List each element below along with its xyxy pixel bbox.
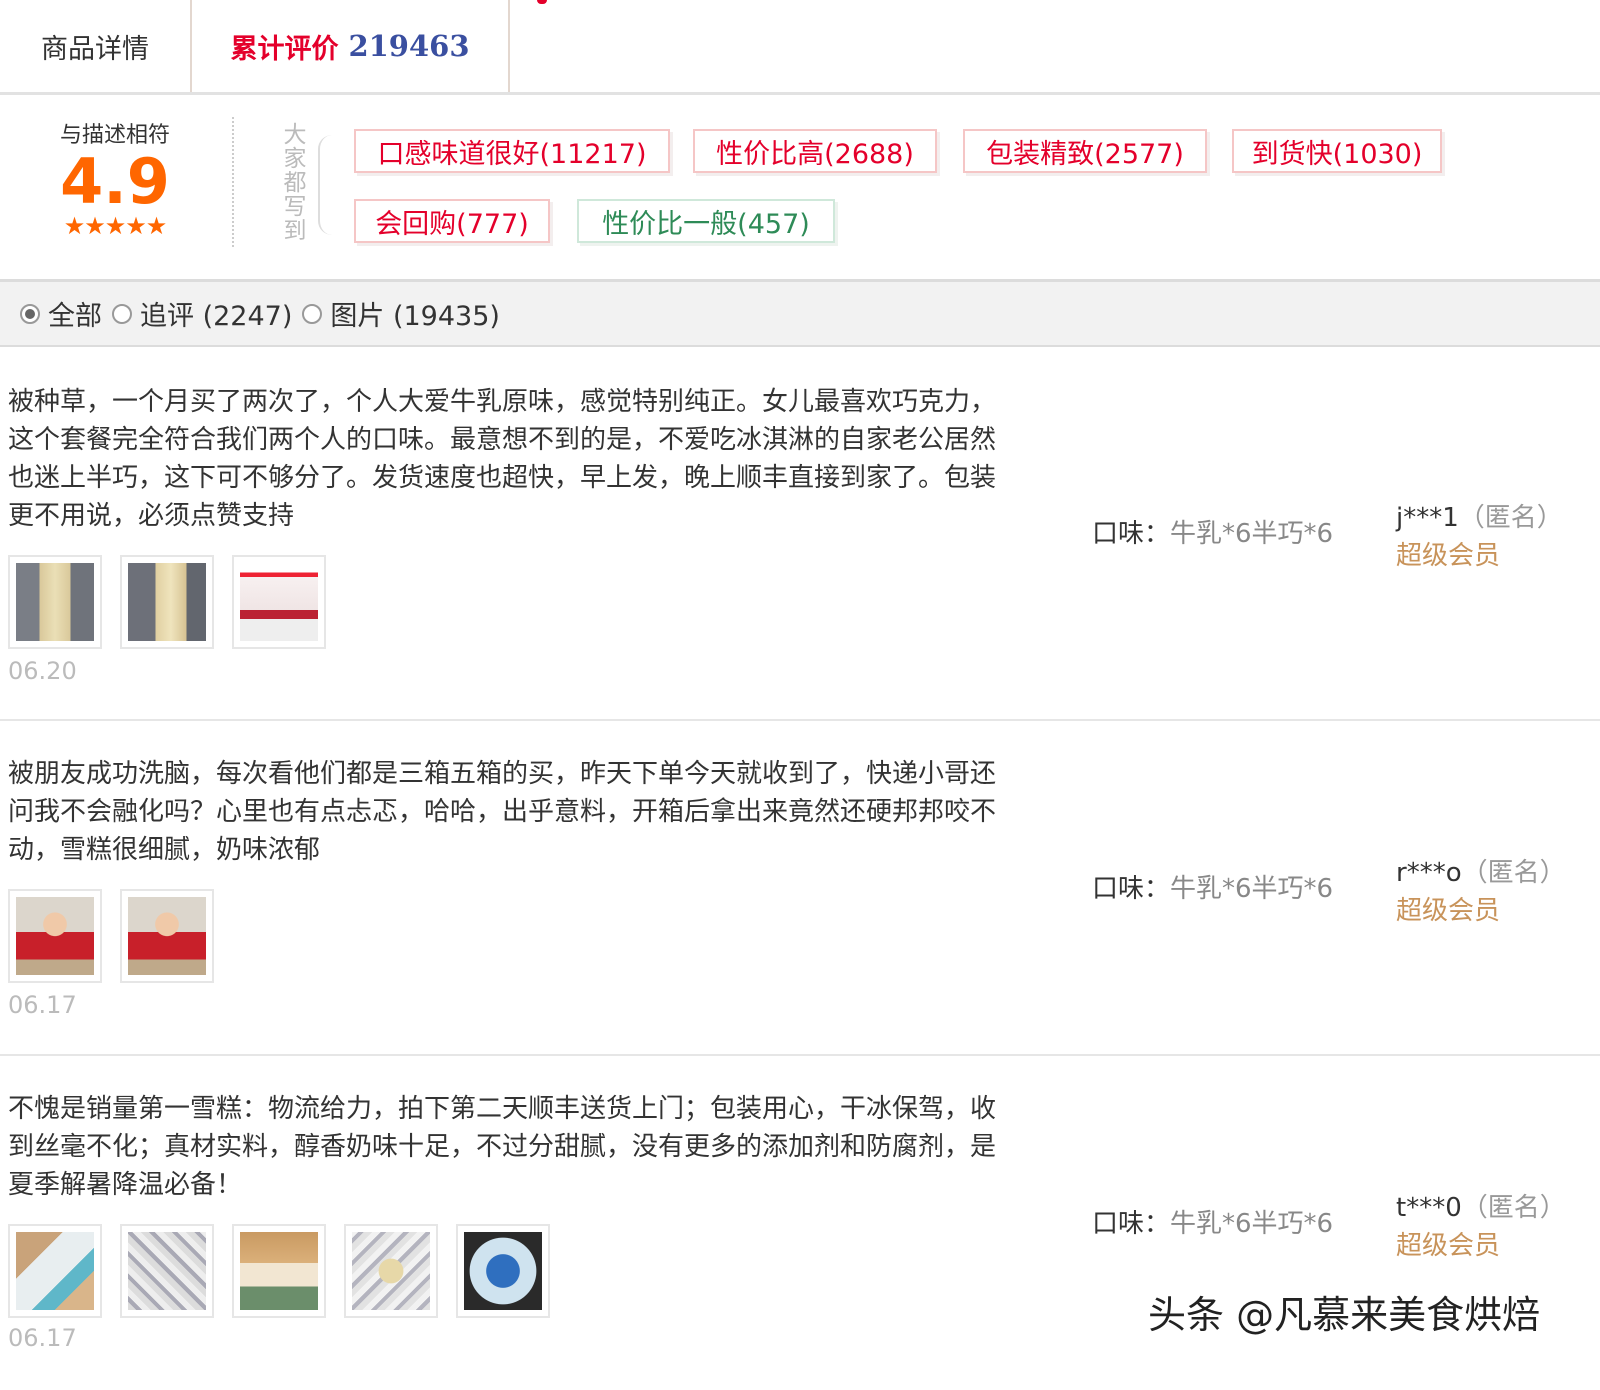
radio-selected-icon[interactable] bbox=[20, 303, 40, 324]
spec-value: 牛乳*6半巧*6 bbox=[1170, 874, 1334, 904]
review-date: 06.20 bbox=[8, 657, 77, 685]
review-photos bbox=[8, 1224, 568, 1318]
review-photo[interactable] bbox=[344, 1224, 438, 1318]
review-user: t***0（匿名） bbox=[1396, 1187, 1566, 1224]
tag-label: 性价比一般(457) bbox=[602, 208, 810, 240]
user-anon: （匿名） bbox=[1461, 858, 1566, 888]
tags-header: 大家都写到 bbox=[283, 122, 307, 244]
review-spec: 口味：牛乳*6半巧*6 bbox=[1092, 868, 1333, 905]
review-spec: 口味：牛乳*6半巧*6 bbox=[1092, 513, 1333, 550]
review-text: 被种草，一个月买了两次了，个人大爱牛乳原味，感觉特别纯正。女儿最喜欢巧克力，这个… bbox=[8, 387, 997, 531]
tag-label: 口感味道很好(11217) bbox=[377, 138, 647, 170]
user-name: t***0 bbox=[1396, 1193, 1462, 1223]
review-item: 被朋友成功洗脑，每次看他们都是三箱五箱的买，昨天下单今天就收到了，快递小哥还问我… bbox=[0, 721, 1600, 1056]
review-photo[interactable] bbox=[8, 1224, 102, 1318]
tag-label: 性价比高(2688) bbox=[716, 138, 914, 170]
tab-reviews-label: 累计评价 bbox=[230, 33, 339, 65]
score-value: 4.9 bbox=[60, 145, 170, 218]
review-photo[interactable] bbox=[120, 555, 214, 649]
radio-icon[interactable] bbox=[302, 303, 323, 324]
filter-all-label: 全部 bbox=[48, 301, 102, 332]
review-date: 06.17 bbox=[8, 1324, 77, 1352]
review-photos bbox=[8, 889, 232, 983]
review-photos bbox=[8, 555, 344, 649]
review-spec: 口味：牛乳*6半巧*6 bbox=[1092, 1203, 1333, 1240]
filter-followup-label: 追评 (2247) bbox=[140, 301, 293, 332]
review-user: r***o（匿名） bbox=[1396, 852, 1566, 889]
user-name: r***o bbox=[1396, 858, 1462, 888]
tag-value[interactable]: 性价比高(2688) bbox=[693, 129, 937, 173]
tab-bar: 商品详情 累计评价 219463 bbox=[0, 0, 1600, 95]
tag-label: 会回购(777) bbox=[375, 208, 529, 240]
spec-label: 口味： bbox=[1092, 1209, 1171, 1239]
review-photo[interactable] bbox=[8, 889, 102, 983]
review-photo[interactable] bbox=[232, 555, 326, 649]
review-text: 被朋友成功洗脑，每次看他们都是三箱五箱的买，昨天下单今天就收到了，快递小哥还问我… bbox=[8, 759, 997, 865]
tag-repurchase[interactable]: 会回购(777) bbox=[354, 199, 550, 243]
spec-label: 口味： bbox=[1092, 519, 1171, 549]
brace-icon bbox=[318, 135, 334, 235]
user-level-badge: 超级会员 bbox=[1396, 896, 1501, 926]
score-box: 与描述相符 4.9 ★★★★★ bbox=[40, 117, 190, 239]
review-text: 不愧是销量第一雪糕：物流给力，拍下第二天顺丰送货上门；包装用心，干冰保驾，收到丝… bbox=[8, 1094, 997, 1200]
tag-taste[interactable]: 口感味道很好(11217) bbox=[354, 129, 670, 173]
review-photo[interactable] bbox=[232, 1224, 326, 1318]
spec-value: 牛乳*6半巧*6 bbox=[1170, 519, 1334, 549]
user-name: j***1 bbox=[1396, 503, 1459, 533]
tab-product-details[interactable]: 商品详情 bbox=[0, 0, 192, 92]
review-photo[interactable] bbox=[120, 1224, 214, 1318]
tag-label: 到货快(1030) bbox=[1251, 138, 1423, 170]
tab-reviews[interactable]: 累计评价 219463 bbox=[192, 0, 547, 92]
tab-reviews-count: 219463 bbox=[348, 29, 470, 63]
review-item: 不愧是销量第一雪糕：物流给力，拍下第二天顺丰送货上门；包装用心，干冰保驾，收到丝… bbox=[0, 1056, 1600, 1390]
watermark: 头条 @凡慕来美食烘焙 bbox=[1148, 1293, 1541, 1337]
summary-divider bbox=[232, 117, 234, 247]
tag-label: 包装精致(2577) bbox=[986, 138, 1184, 170]
review-filter-bar: 全部 追评 (2247) 图片 (19435) bbox=[0, 279, 1600, 347]
review-photo[interactable] bbox=[456, 1224, 550, 1318]
review-item: 被种草，一个月买了两次了，个人大爱牛乳原味，感觉特别纯正。女儿最喜欢巧克力，这个… bbox=[0, 349, 1600, 721]
rating-summary: 与描述相符 4.9 ★★★★★ 大家都写到 口感味道很好(11217) 性价比高… bbox=[0, 95, 1600, 279]
spec-label: 口味： bbox=[1092, 874, 1171, 904]
filter-photos-label: 图片 (19435) bbox=[330, 301, 500, 332]
user-level-badge: 超级会员 bbox=[1396, 1231, 1501, 1261]
filter-all[interactable]: 全部 bbox=[20, 294, 102, 333]
review-date: 06.17 bbox=[8, 991, 77, 1019]
filter-followup[interactable]: 追评 (2247) bbox=[112, 294, 292, 333]
review-photo[interactable] bbox=[8, 555, 102, 649]
review-user: j***1（匿名） bbox=[1396, 497, 1563, 534]
user-anon: （匿名） bbox=[1458, 503, 1563, 533]
tab-product-details-label: 商品详情 bbox=[41, 33, 149, 65]
review-photo[interactable] bbox=[120, 889, 214, 983]
user-level-badge: 超级会员 bbox=[1396, 541, 1501, 571]
filter-photos[interactable]: 图片 (19435) bbox=[302, 294, 500, 333]
radio-icon[interactable] bbox=[112, 303, 132, 324]
tag-packaging[interactable]: 包装精致(2577) bbox=[963, 129, 1207, 173]
tag-value-average[interactable]: 性价比一般(457) bbox=[577, 199, 835, 243]
user-anon: （匿名） bbox=[1461, 1193, 1566, 1223]
spec-value: 牛乳*6半巧*6 bbox=[1170, 1209, 1334, 1239]
active-tab-marker bbox=[537, 0, 547, 4]
tag-fast-delivery[interactable]: 到货快(1030) bbox=[1232, 129, 1442, 173]
